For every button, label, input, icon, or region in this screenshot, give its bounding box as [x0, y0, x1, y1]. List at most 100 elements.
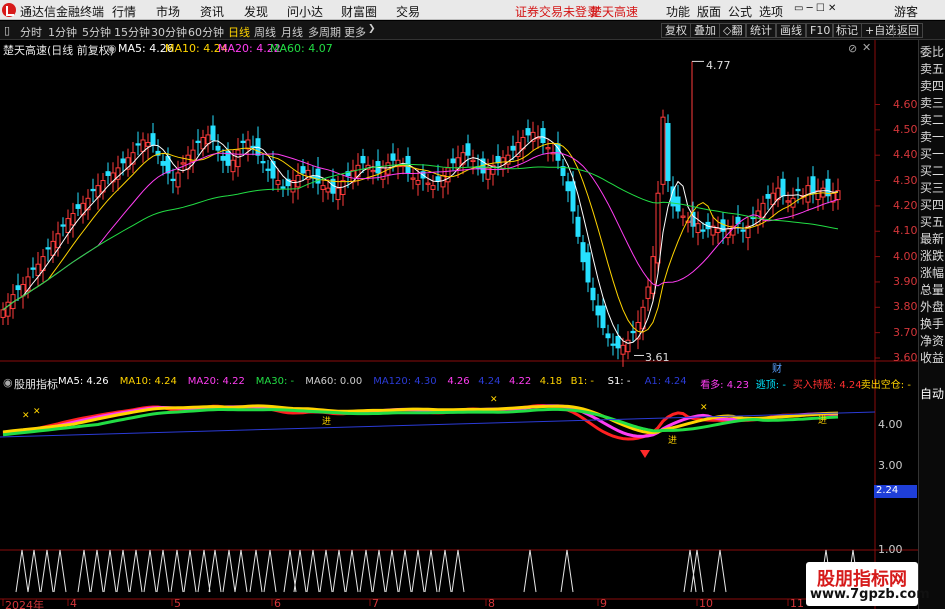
candle-body [145, 142, 151, 147]
signal-peak [103, 549, 117, 593]
date-tick-label: 10 [699, 597, 713, 609]
candle-body [220, 155, 226, 161]
candle-body [300, 166, 306, 174]
period-5min[interactable]: 5分钟 [82, 24, 111, 40]
indicator-value-12: A1: 4.24 [644, 376, 687, 387]
period-weekly[interactable]: 周线 [254, 24, 276, 40]
guest-user-label[interactable]: 游客 [894, 3, 918, 20]
indicator-a1-line [0, 411, 876, 438]
mark-button[interactable]: 标记 [832, 23, 862, 38]
more-chevron-icon[interactable]: ❯ [368, 24, 376, 34]
menu-market[interactable]: 市场 [156, 3, 180, 20]
login-notice[interactable]: 证券交易未登录 [515, 3, 599, 20]
period-30min[interactable]: 30分钟 [151, 24, 187, 40]
signal-peak [372, 549, 386, 593]
candle-body [170, 178, 176, 182]
indicator-settings-icon[interactable]: ◉ [3, 376, 13, 389]
candle-body [325, 187, 331, 193]
candle-body [90, 188, 96, 192]
period-more[interactable]: 更多 [344, 24, 366, 40]
stats-button[interactable]: 统计 [746, 23, 776, 38]
period-1min[interactable]: 1分钟 [48, 24, 77, 40]
period-60min[interactable]: 60分钟 [188, 24, 224, 40]
signal-peak [332, 549, 346, 593]
signal-peak [713, 549, 727, 593]
period-intraday[interactable]: 分时 [20, 24, 42, 40]
indicator-axis-3: 3.00 [878, 459, 903, 472]
date-tick-label: 8 [488, 597, 495, 609]
auto-button[interactable]: 自动 [920, 385, 945, 404]
candle-body [210, 125, 216, 141]
flip-button[interactable]: ◇翻 [719, 23, 747, 38]
adjust-button[interactable]: 复权 [661, 23, 691, 38]
period-multi[interactable]: 多周期 [308, 24, 341, 40]
kline-chart[interactable]: ✕ ✕✕✕ [0, 40, 918, 609]
overlay-button[interactable]: 叠加 [690, 23, 720, 38]
quote-field-18[interactable]: 收益 [920, 349, 945, 368]
tdx-terminal-window: 通达信金融终端 行情 市场 资讯 发现 问小达 财富圈 交易 证券交易未登录 楚… [0, 0, 945, 609]
candle-body [175, 172, 181, 188]
candle-body [510, 145, 516, 151]
buy-in-signal-3: 进 [818, 416, 828, 426]
indicator-value-6: 4.26 [447, 376, 470, 387]
candle-body [280, 186, 286, 189]
signal-cross-icon: ✕ [490, 395, 498, 405]
watermark-box: 股朋指标网 www.7gpzb.com [806, 562, 930, 606]
candle-body [15, 285, 21, 291]
price-tick-label: 3.90 [893, 274, 918, 288]
candle-body [245, 139, 251, 150]
period-monthly[interactable]: 月线 [281, 24, 303, 40]
candle-body [0, 309, 6, 318]
indicator-value-15: 买入持股: 4.24 [792, 380, 862, 391]
sell-warning-icon [640, 450, 650, 458]
draw-button[interactable]: 画线 [776, 23, 806, 38]
menu-formula[interactable]: 公式 [728, 3, 752, 20]
menu-news[interactable]: 资讯 [200, 3, 224, 20]
menu-discover[interactable]: 发现 [244, 3, 268, 20]
candle-body [765, 193, 771, 199]
candle-body [205, 134, 211, 145]
price-tick-label: 3.60 [893, 351, 918, 364]
back-button[interactable]: 返回 [893, 23, 923, 38]
signal-peak [197, 549, 211, 593]
signal-peak [156, 549, 170, 593]
candle-body [810, 176, 816, 194]
candle-body [470, 159, 476, 163]
candle-body [575, 216, 581, 237]
candle-body [700, 229, 706, 232]
menu-quotes[interactable]: 行情 [112, 3, 136, 20]
candle-body [495, 155, 501, 164]
signal-peak [234, 549, 248, 593]
signal-peak [451, 549, 465, 593]
menu-functions[interactable]: 功能 [666, 3, 690, 20]
indicator-price-box: 2.24 [874, 485, 917, 498]
menu-wealth-circle[interactable]: 财富圈 [341, 3, 377, 20]
candle-body [425, 182, 431, 185]
menu-ask-xiaoda[interactable]: 问小达 [287, 3, 323, 20]
signal-peak [319, 549, 333, 593]
menu-trade[interactable]: 交易 [396, 3, 420, 20]
candle-body [160, 161, 166, 166]
signal-peak [40, 549, 54, 593]
window-button-icons[interactable]: ▭ ─ ☐ ✕ [794, 3, 836, 14]
finance-marker[interactable]: 财 [772, 360, 782, 375]
candle-body [525, 128, 531, 136]
panel-toggle-icon[interactable]: ▯ [4, 24, 10, 37]
period-15min[interactable]: 15分钟 [114, 24, 150, 40]
indicator-value-3: MA30: - [255, 376, 295, 387]
menu-layout[interactable]: 版面 [697, 3, 721, 20]
candle-body [70, 213, 76, 226]
price-tick-label: 4.00 [893, 249, 918, 263]
candle-body [275, 180, 281, 185]
date-tick-label: 5 [174, 597, 181, 609]
candle-body [195, 140, 201, 144]
price-tick-label: 4.10 [893, 224, 918, 238]
menu-options[interactable]: 选项 [759, 3, 783, 20]
f10-button[interactable]: F10 [806, 23, 835, 38]
candle-body [65, 218, 71, 234]
candle-body [740, 229, 746, 232]
period-daily[interactable]: 日线 [228, 24, 250, 40]
candle-body [600, 305, 606, 329]
candle-body [240, 140, 246, 144]
signal-peak [222, 549, 236, 593]
